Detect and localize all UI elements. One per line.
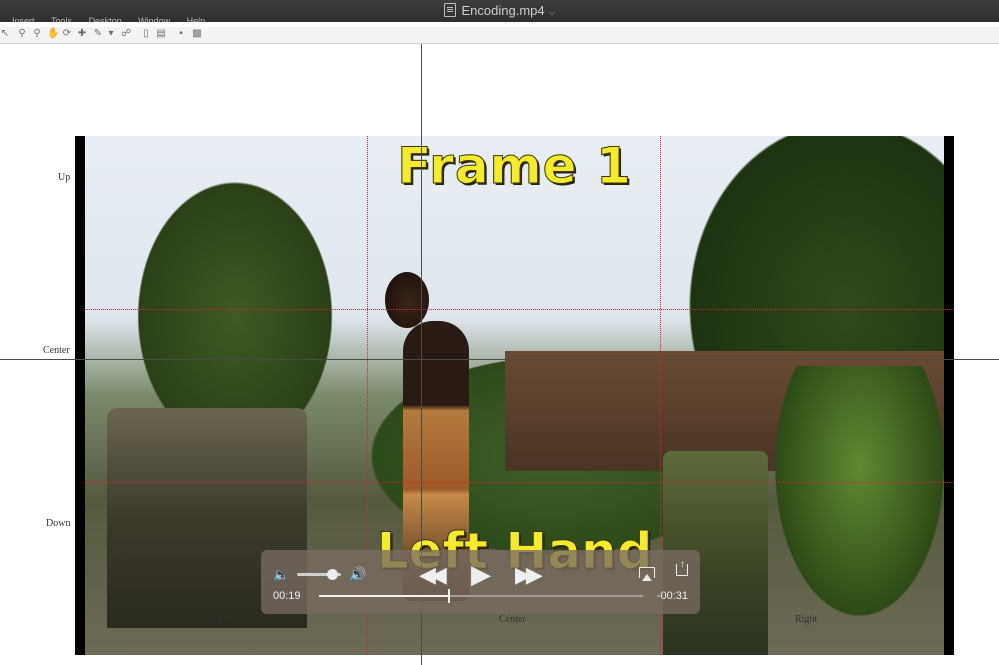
zoom-out-icon[interactable]: ⚲ bbox=[32, 29, 42, 39]
y-label-center: Center bbox=[43, 345, 70, 356]
current-time: 00:19 bbox=[273, 590, 301, 602]
chevron-down-icon[interactable]: ⌵ bbox=[549, 7, 556, 17]
scrubber-progress bbox=[319, 595, 449, 597]
rotate-icon[interactable]: ⟳ bbox=[62, 29, 72, 39]
volume-knob[interactable] bbox=[327, 569, 339, 580]
x-label-right: Right bbox=[795, 614, 818, 625]
colorbar-icon[interactable]: ▯ bbox=[141, 29, 151, 39]
scrubber-track[interactable] bbox=[319, 589, 643, 603]
x-label-center: Center bbox=[499, 614, 526, 625]
figure-toolbar: ↖ ⚲ ⚲ ✋ ⟳ ✚ ✎ ▾ ☍ ▯ ▤ ▪ ▩ bbox=[0, 27, 999, 44]
legend-icon[interactable]: ▤ bbox=[156, 29, 166, 39]
playback-controls: 🔈 🔊 ◀◀ ▶ ▶▶ ↑ 00:19 -00:31 bbox=[261, 550, 700, 614]
airplay-triangle bbox=[642, 574, 652, 581]
brush-dropdown-icon[interactable]: ▾ bbox=[106, 29, 116, 39]
fast-forward-button[interactable]: ▶▶ bbox=[515, 562, 543, 588]
remaining-time: -00:31 bbox=[656, 590, 688, 602]
grid-line-horizontal-top bbox=[85, 309, 954, 310]
share-arrow-icon: ↑ bbox=[680, 559, 685, 570]
pan-icon[interactable]: ✋ bbox=[47, 29, 59, 39]
volume-low-icon[interactable]: 🔈 bbox=[273, 567, 289, 583]
document-icon bbox=[443, 3, 456, 17]
hide-tools-icon[interactable]: ▪ bbox=[176, 29, 186, 39]
y-label-down: Down bbox=[46, 518, 71, 529]
grid-line-horizontal-bottom bbox=[85, 482, 954, 483]
rewind-button[interactable]: ◀◀ bbox=[419, 562, 447, 588]
center-axis-horizontal bbox=[0, 359, 999, 360]
dock-icon[interactable]: ▩ bbox=[192, 29, 202, 39]
link-icon[interactable]: ☍ bbox=[121, 29, 131, 39]
window-title: Encoding.mp4 bbox=[461, 3, 545, 18]
data-cursor-icon[interactable]: ✚ bbox=[77, 29, 87, 39]
volume-high-icon[interactable]: 🔊 bbox=[349, 566, 366, 583]
window-title-group[interactable]: Encoding.mp4 ⌵ bbox=[0, 3, 999, 18]
brush-icon[interactable]: ✎ bbox=[93, 29, 103, 39]
zoom-in-icon[interactable]: ⚲ bbox=[17, 29, 27, 39]
frame-number-overlay: Frame 1 bbox=[397, 137, 632, 196]
y-label-up: Up bbox=[58, 172, 71, 183]
pointer-icon[interactable]: ↖ bbox=[0, 29, 10, 39]
scrubber-handle[interactable] bbox=[447, 589, 450, 603]
scene-person-head bbox=[385, 272, 429, 328]
play-button[interactable]: ▶ bbox=[471, 559, 491, 590]
x-label-left: Left bbox=[212, 614, 229, 625]
title-bar: Insert Tools Desktop Window Help Encodin… bbox=[0, 0, 999, 22]
